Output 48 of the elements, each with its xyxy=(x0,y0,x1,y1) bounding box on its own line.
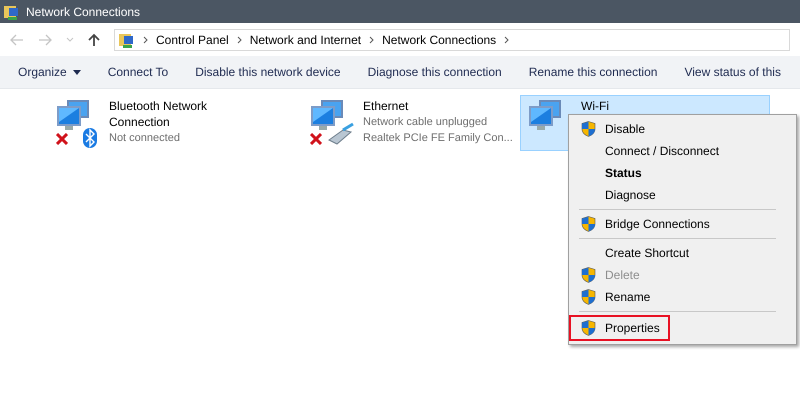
toolbar-button[interactable]: Connect To xyxy=(108,65,168,79)
menu-item[interactable]: Diagnose xyxy=(571,184,794,206)
connection-name: Wi-Fi xyxy=(581,98,609,114)
chevron-right-icon xyxy=(236,36,242,44)
menu-item[interactable]: Connect / Disconnect xyxy=(571,140,794,162)
network-monitors-icon xyxy=(529,100,561,130)
network-monitors-icon xyxy=(311,100,343,130)
network-monitors-icon xyxy=(57,100,89,130)
window-title: Network Connections xyxy=(26,4,140,18)
bluetooth-icon xyxy=(83,128,97,148)
network-folder-icon xyxy=(4,4,20,20)
up-button[interactable] xyxy=(88,32,100,46)
connection-item[interactable]: Ethernet Network cable unplugged Realtek PCIe FE Family Con... xyxy=(302,95,520,151)
menu-item[interactable]: Status xyxy=(571,162,794,184)
breadcrumb[interactable]: Control Panel xyxy=(156,32,229,46)
connection-name: Bluetooth Network Connection xyxy=(109,98,208,130)
menu-item[interactable]: Create Shortcut xyxy=(571,242,794,264)
chevron-right-icon xyxy=(143,36,148,44)
chevron-right-icon xyxy=(369,36,374,44)
toolbar-button[interactable]: Rename this connection xyxy=(528,65,658,79)
shield-icon xyxy=(581,267,596,283)
connection-item[interactable]: Bluetooth Network Connection Not connected xyxy=(48,95,276,151)
toolbar-button[interactable]: Disable this network device xyxy=(195,65,341,79)
back-button[interactable] xyxy=(10,34,24,46)
toolbar-button[interactable]: Organize xyxy=(18,65,81,79)
address-bar[interactable]: Control Panel Network and Internet Network Connections xyxy=(114,28,790,50)
toolbar-button[interactable]: Diagnose this connection xyxy=(368,65,502,79)
shield-icon xyxy=(581,320,596,336)
chevron-right-icon xyxy=(504,36,510,44)
caret-icon xyxy=(72,70,81,74)
menu-item[interactable]: Rename xyxy=(571,286,794,308)
shield-icon xyxy=(581,216,596,232)
menu-item[interactable]: Properties xyxy=(571,317,668,339)
menu-item[interactable]: Disable xyxy=(571,118,794,140)
shield-icon xyxy=(581,289,596,305)
shield-icon xyxy=(581,121,596,137)
forward-button[interactable] xyxy=(38,34,52,46)
toolbar-button[interactable]: View status of this xyxy=(684,65,781,79)
network-folder-icon xyxy=(119,32,135,48)
breadcrumb[interactable]: Network Connections xyxy=(382,32,496,46)
connection-status: Not connected xyxy=(109,131,181,146)
menu-item[interactable]: Bridge Connections xyxy=(571,213,794,235)
history-dropdown[interactable] xyxy=(66,36,74,42)
network-cable-icon xyxy=(328,122,355,146)
connection-status: Realtek PCIe FE Family Con... xyxy=(363,131,513,146)
connection-name: Ethernet xyxy=(363,98,410,114)
breadcrumb[interactable]: Network and Internet xyxy=(250,32,362,46)
connection-status: Network cable unplugged xyxy=(363,115,488,130)
